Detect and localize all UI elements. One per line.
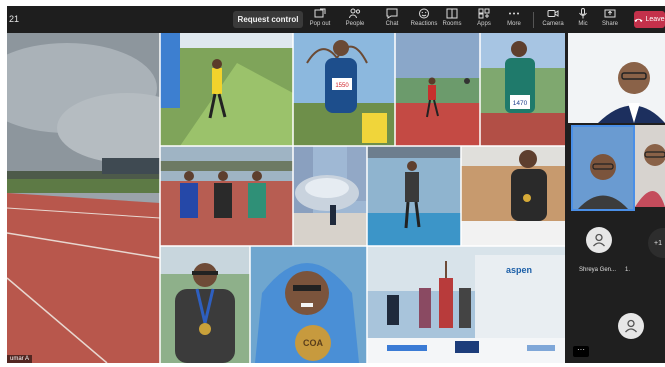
mic-icon bbox=[579, 8, 587, 19]
people-button[interactable]: People bbox=[338, 8, 372, 32]
more-label: More bbox=[507, 21, 521, 27]
medal-text: COA bbox=[303, 338, 324, 348]
race-photo-5 bbox=[367, 146, 461, 246]
popout-button[interactable]: Pop out bbox=[303, 8, 337, 32]
chat-button[interactable]: Chat bbox=[375, 8, 409, 32]
rooms-button[interactable]: Rooms bbox=[435, 8, 469, 32]
ellipsis-icon: ··· bbox=[577, 345, 585, 354]
race-photo-2: 1550 bbox=[293, 33, 395, 146]
reactions-label: Reactions bbox=[410, 21, 438, 27]
race-photo-6 bbox=[461, 146, 565, 246]
rooms-label: Rooms bbox=[442, 21, 462, 27]
participant-rail: Shreya Gen... 1. bbox=[565, 33, 665, 363]
bib-number-1470: 1470 bbox=[513, 100, 528, 107]
meeting-timer: 21 bbox=[9, 14, 20, 24]
popout-label: Pop out bbox=[309, 21, 331, 27]
leave-button[interactable]: Leave bbox=[634, 11, 665, 28]
participant-3-video bbox=[635, 125, 665, 207]
photo-collage: 1550 1470 COA aspen bbox=[7, 33, 565, 363]
self-avatar bbox=[618, 313, 644, 339]
people-label: People bbox=[345, 21, 365, 27]
participant-status: 1. bbox=[625, 267, 631, 273]
more-button[interactable]: More bbox=[497, 8, 531, 32]
participant-video-2[interactable] bbox=[571, 125, 635, 211]
more-options-button[interactable]: ··· bbox=[573, 346, 589, 357]
meeting-window: 21 Request control Pop out People Chat R… bbox=[0, 0, 665, 367]
phone-hangup-icon bbox=[634, 18, 643, 22]
leave-label: Leave bbox=[645, 16, 665, 23]
popout-icon bbox=[314, 8, 326, 18]
presenter-name-tag: umar A bbox=[7, 355, 33, 363]
podium-photo: aspen bbox=[367, 246, 565, 363]
participant-video-1[interactable] bbox=[568, 33, 665, 123]
apps-label: Apps bbox=[477, 21, 491, 27]
shared-screen: 1550 1470 COA aspen umar A bbox=[7, 33, 565, 363]
group-photo bbox=[160, 146, 293, 246]
chat-icon bbox=[386, 8, 398, 19]
participant-1-video bbox=[568, 33, 665, 123]
toolbar-divider bbox=[533, 12, 534, 28]
camera-button[interactable]: Camera bbox=[536, 8, 570, 32]
bean-photo bbox=[293, 146, 367, 246]
medal-photo-2: COA bbox=[250, 246, 367, 363]
participant-video-3[interactable] bbox=[635, 125, 665, 207]
people-icon bbox=[349, 8, 361, 19]
rooms-icon bbox=[446, 8, 458, 19]
mic-label: Mic bbox=[578, 21, 588, 27]
medal-photo-1 bbox=[160, 246, 250, 363]
banner-text: aspen bbox=[506, 265, 532, 275]
bib-number-1550: 1550 bbox=[335, 83, 349, 89]
avatar bbox=[586, 227, 612, 253]
camera-label: Camera bbox=[542, 21, 564, 27]
request-control-button[interactable]: Request control bbox=[233, 11, 303, 28]
participant-2-video bbox=[573, 127, 633, 209]
share-button[interactable]: Share bbox=[593, 8, 627, 32]
share-icon bbox=[604, 9, 616, 18]
apps-icon bbox=[478, 8, 490, 19]
more-icon bbox=[509, 12, 519, 15]
reactions-icon bbox=[419, 8, 429, 19]
person-icon bbox=[593, 233, 605, 247]
apps-button[interactable]: Apps bbox=[467, 8, 501, 32]
race-photo-1 bbox=[160, 33, 293, 146]
chat-label: Chat bbox=[385, 21, 399, 27]
meeting-toolbar: 21 Request control Pop out People Chat R… bbox=[7, 6, 665, 33]
person-icon bbox=[625, 319, 637, 333]
share-label: Share bbox=[601, 21, 618, 27]
race-photo-3 bbox=[395, 33, 480, 146]
race-photo-4: 1470 bbox=[480, 33, 565, 146]
participant-name: Shreya Gen... bbox=[579, 267, 617, 273]
camera-icon bbox=[547, 10, 559, 17]
